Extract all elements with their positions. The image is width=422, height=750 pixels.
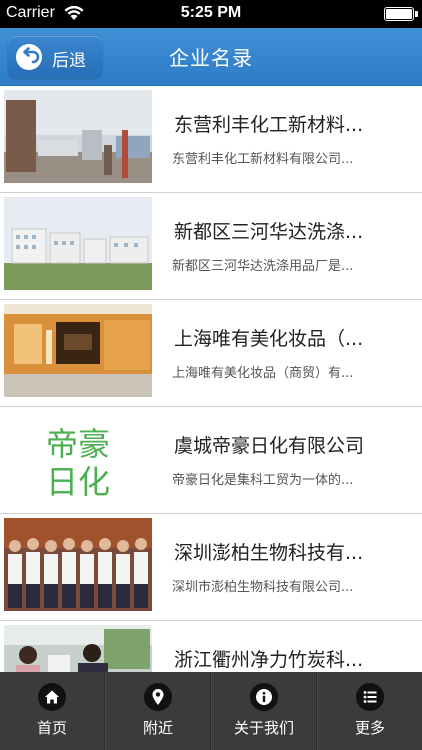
company-title: 东营利丰化工新材料... (174, 114, 364, 136)
tab-label: 更多 (354, 719, 385, 737)
battery-icon (384, 7, 418, 21)
tab-about-us[interactable]: 关于我们 (211, 672, 317, 750)
status-bar: Carrier 5:25 PM (0, 0, 422, 28)
company-photo (4, 304, 152, 397)
navigation-bar: 后退 企业名录 (0, 28, 422, 86)
page-title: 企业名录 (169, 46, 253, 70)
company-logo: 帝豪日化 (4, 411, 152, 504)
tab-more[interactable]: 更多 (317, 672, 422, 750)
home-icon (38, 683, 66, 711)
company-description: 东营利丰化工新材料有限公司... (172, 152, 354, 167)
list-item[interactable]: 帝豪 日化 虞城帝豪日化有限公司 帝豪日化是集科工贸为一体的... (0, 407, 422, 514)
logo-text: 日化 (46, 463, 110, 501)
company-description: 新都区三河华达洗涤用品厂是... (172, 259, 354, 274)
company-title: 上海唯有美化妆品（... (174, 328, 364, 350)
tab-home[interactable]: 首页 (0, 672, 105, 750)
tab-label: 关于我们 (233, 719, 294, 737)
tab-label: 首页 (36, 719, 67, 737)
list-item[interactable]: 深圳澎柏生物科技有... 深圳市澎柏生物科技有限公司... (0, 514, 422, 621)
company-photo (4, 625, 152, 672)
company-title: 虞城帝豪日化有限公司 (174, 435, 365, 457)
list-item[interactable]: 新都区三河华达洗涤... 新都区三河华达洗涤用品厂是... (0, 193, 422, 300)
company-description: 上海唯有美化妆品（商贸）有... (172, 366, 354, 381)
company-title: 深圳澎柏生物科技有... (174, 542, 364, 564)
company-list: 东营利丰化工新材料... 东营利丰化工新材料有限公司... 新都区三河华达洗涤.… (0, 86, 422, 672)
tab-nearby[interactable]: 附近 (105, 672, 211, 750)
list-item[interactable]: 浙江衢州净力竹炭科... (0, 621, 422, 672)
company-title: 新都区三河华达洗涤... (174, 221, 364, 243)
list-item[interactable]: 东营利丰化工新材料... 东营利丰化工新材料有限公司... (0, 86, 422, 193)
company-photo (4, 90, 152, 183)
company-photo (4, 197, 152, 290)
logo-text: 帝豪 (46, 425, 110, 463)
company-description: 深圳市澎柏生物科技有限公司... (172, 580, 354, 595)
company-title: 浙江衢州净力竹炭科... (174, 649, 364, 671)
list-item[interactable]: 上海唯有美化妆品（... 上海唯有美化妆品（商贸）有... (0, 300, 422, 407)
info-icon (250, 683, 278, 711)
tab-label: 附近 (142, 719, 173, 737)
clock: 5:25 PM (180, 4, 242, 21)
company-photo (4, 518, 152, 611)
tab-bar: 首页 附近 关于我们 更多 (0, 672, 422, 750)
more-list-icon (356, 683, 384, 711)
company-description: 帝豪日化是集科工贸为一体的... (172, 473, 354, 488)
location-pin-icon (144, 683, 172, 711)
